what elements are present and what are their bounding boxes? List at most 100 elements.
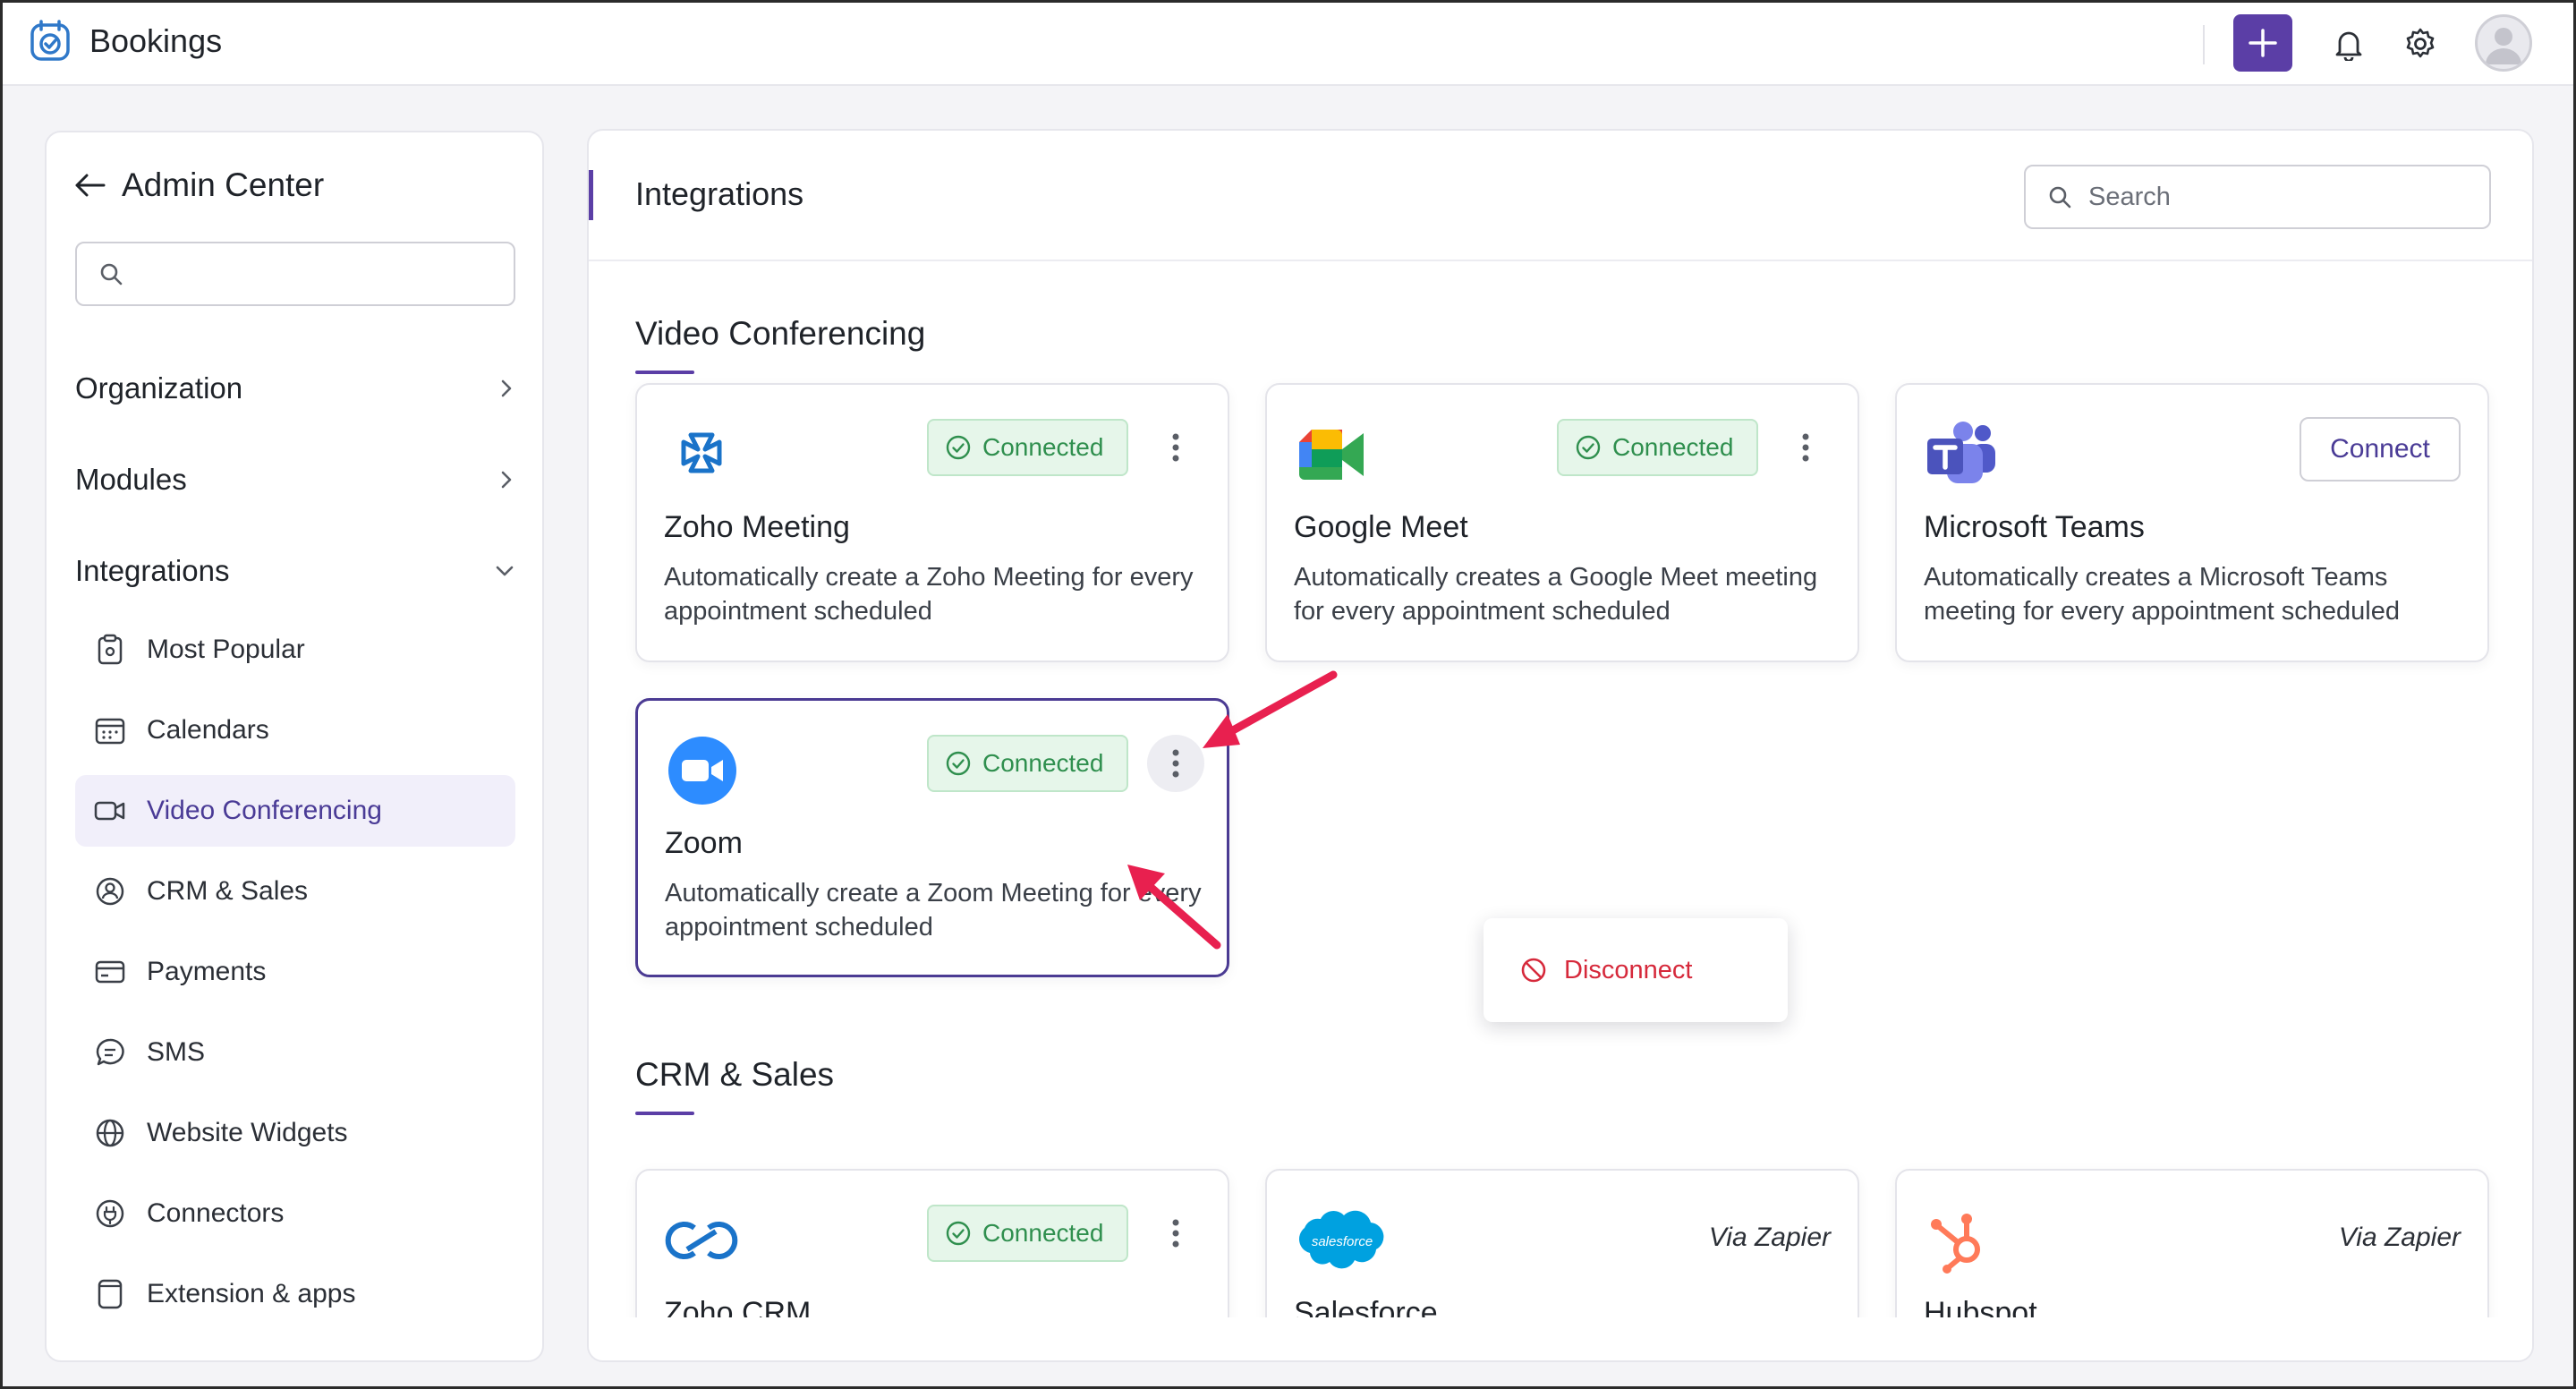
bell-icon [2335, 31, 2362, 61]
search-placeholder: Search [2088, 182, 2171, 211]
check-circle-icon [946, 435, 971, 460]
integration-card-microsoft-teams: Connect Microsoft Teams Automatically cr… [1895, 383, 2489, 662]
section-underline [635, 1112, 694, 1115]
integration-card-google-meet: Connected Google Meet Automatically crea… [1265, 383, 1859, 662]
google-meet-logo-icon [1294, 417, 1369, 492]
card-name: Zoom [665, 826, 743, 860]
extension-icon [98, 1279, 123, 1309]
sidebar-item-website-widgets[interactable]: Website Widgets [75, 1097, 515, 1169]
section-label: Modules [75, 463, 187, 496]
sidebar-search-input[interactable] [75, 242, 515, 306]
zoho-meeting-logo-icon [664, 417, 739, 492]
settings-button[interactable] [2398, 21, 2443, 66]
sidebar-section-organization[interactable]: Organization [75, 362, 515, 415]
kebab-menu-icon [1172, 749, 1179, 778]
check-circle-icon [946, 751, 971, 776]
sidebar-item-label: Connectors [147, 1198, 285, 1228]
kebab-menu-icon [1172, 433, 1179, 462]
ban-icon [1521, 958, 1546, 983]
kebab-menu-icon [1172, 1219, 1179, 1248]
plug-icon [96, 1199, 124, 1228]
via-zapier-label: Via Zapier [1708, 1223, 1831, 1252]
page-title: Integrations [635, 175, 804, 212]
integration-card-zoho-meeting: Connected Zoho Meeting Automatically cre… [635, 383, 1229, 662]
crm-icon [96, 877, 124, 906]
badge-label: Connected [982, 1219, 1104, 1247]
sidebar-section-integrations[interactable]: Integrations [75, 544, 515, 598]
back-to-admin-center[interactable]: Admin Center [73, 166, 324, 204]
chat-icon [96, 1038, 124, 1066]
connect-button[interactable]: Connect [2300, 417, 2461, 481]
sidebar-item-label: Payments [147, 957, 267, 986]
chevron-right-icon [501, 471, 512, 489]
sidebar-item-extension-apps[interactable]: Extension & apps [75, 1258, 515, 1330]
more-options-button[interactable] [1147, 735, 1204, 792]
sidebar-item-label: CRM & Sales [147, 876, 309, 906]
connected-badge: Connected [927, 735, 1129, 792]
integration-card-zoom: Connected Zoom Automatically create a Zo… [635, 698, 1229, 977]
badge-label: Connected [982, 433, 1104, 461]
add-button[interactable] [2233, 14, 2292, 72]
more-options-button[interactable] [1147, 1205, 1204, 1262]
sidebar-item-connectors[interactable]: Connectors [75, 1178, 515, 1249]
sidebar-item-label: SMS [147, 1037, 206, 1067]
video-icon [94, 801, 125, 821]
integrations-panel: Integrations Search Video Conferencing C… [587, 129, 2534, 1362]
zoho-crm-logo-icon [664, 1203, 739, 1278]
top-bar: Bookings [0, 0, 2576, 86]
admin-sidebar: Admin Center Organization Modules Integr… [45, 131, 544, 1362]
sidebar-item-label: Video Conferencing [147, 796, 382, 825]
chevron-right-icon [501, 379, 512, 397]
admin-center-title: Admin Center [122, 166, 325, 203]
hubspot-logo-icon [1924, 1203, 1999, 1278]
brand[interactable]: Bookings [27, 18, 222, 64]
sidebar-item-sms[interactable]: SMS [75, 1017, 515, 1088]
section-underline [635, 371, 694, 374]
sidebar-section-modules[interactable]: Modules [75, 453, 515, 507]
sidebar-item-payments[interactable]: Payments [75, 936, 515, 1008]
integrations-search-input[interactable]: Search [2024, 165, 2491, 229]
microsoft-teams-logo-icon [1924, 417, 1999, 492]
kebab-menu-icon [1802, 433, 1809, 462]
connected-badge: Connected [927, 419, 1129, 476]
card-name: Zoho Meeting [664, 510, 850, 544]
disconnect-menu-item[interactable]: Disconnect [1564, 956, 1692, 985]
notifications-button[interactable] [2326, 21, 2371, 66]
user-icon [2486, 28, 2521, 64]
card-icon [95, 960, 125, 984]
globe-icon [96, 1119, 124, 1147]
card-name: Google Meet [1294, 510, 1468, 544]
card-description: Automatically creates a Microsoft Teams … [1924, 563, 2400, 626]
zoom-logo-icon [665, 733, 740, 808]
user-avatar[interactable] [2475, 14, 2532, 72]
check-circle-icon [946, 1221, 971, 1246]
header-accent-bar [589, 170, 593, 220]
card-description: Automatically creates a Google Meet meet… [1294, 563, 1818, 626]
more-options-button[interactable] [1777, 419, 1834, 476]
card-description: Automatically create a Zoom Meeting for … [665, 879, 1202, 942]
more-options-button[interactable] [1147, 419, 1204, 476]
sidebar-item-calendars[interactable]: Calendars [75, 694, 515, 766]
badge-label: Connected [982, 749, 1104, 777]
app-name: Bookings [89, 22, 223, 59]
salesforce-logo-icon: salesforce [1294, 1203, 1392, 1278]
section-title-video-conferencing: Video Conferencing [635, 315, 926, 352]
sidebar-item-most-popular[interactable]: Most Popular [75, 614, 515, 686]
bookings-logo-icon [30, 20, 70, 61]
sidebar-item-crm-sales[interactable]: CRM & Sales [75, 856, 515, 927]
sidebar-item-label: Extension & apps [147, 1279, 356, 1308]
arrow-left-icon [75, 174, 106, 197]
sidebar-item-label: Calendars [147, 715, 269, 745]
sidebar-item-label: Website Widgets [147, 1118, 348, 1147]
sidebar-item-video-conferencing[interactable]: Video Conferencing [75, 775, 515, 847]
search-icon [100, 263, 123, 285]
connected-badge: Connected [1557, 419, 1759, 476]
panel-header: Integrations Search [589, 131, 2532, 261]
badge-label: Connected [1612, 433, 1734, 461]
card-description: Automatically create a Zoho Meeting for … [664, 563, 1194, 626]
scroll-clip-mask [589, 1317, 2532, 1360]
gear-icon [2406, 28, 2435, 58]
connected-badge: Connected [927, 1205, 1129, 1262]
section-label: Organization [75, 371, 243, 405]
section-title-crm-sales: CRM & Sales [635, 1056, 835, 1093]
